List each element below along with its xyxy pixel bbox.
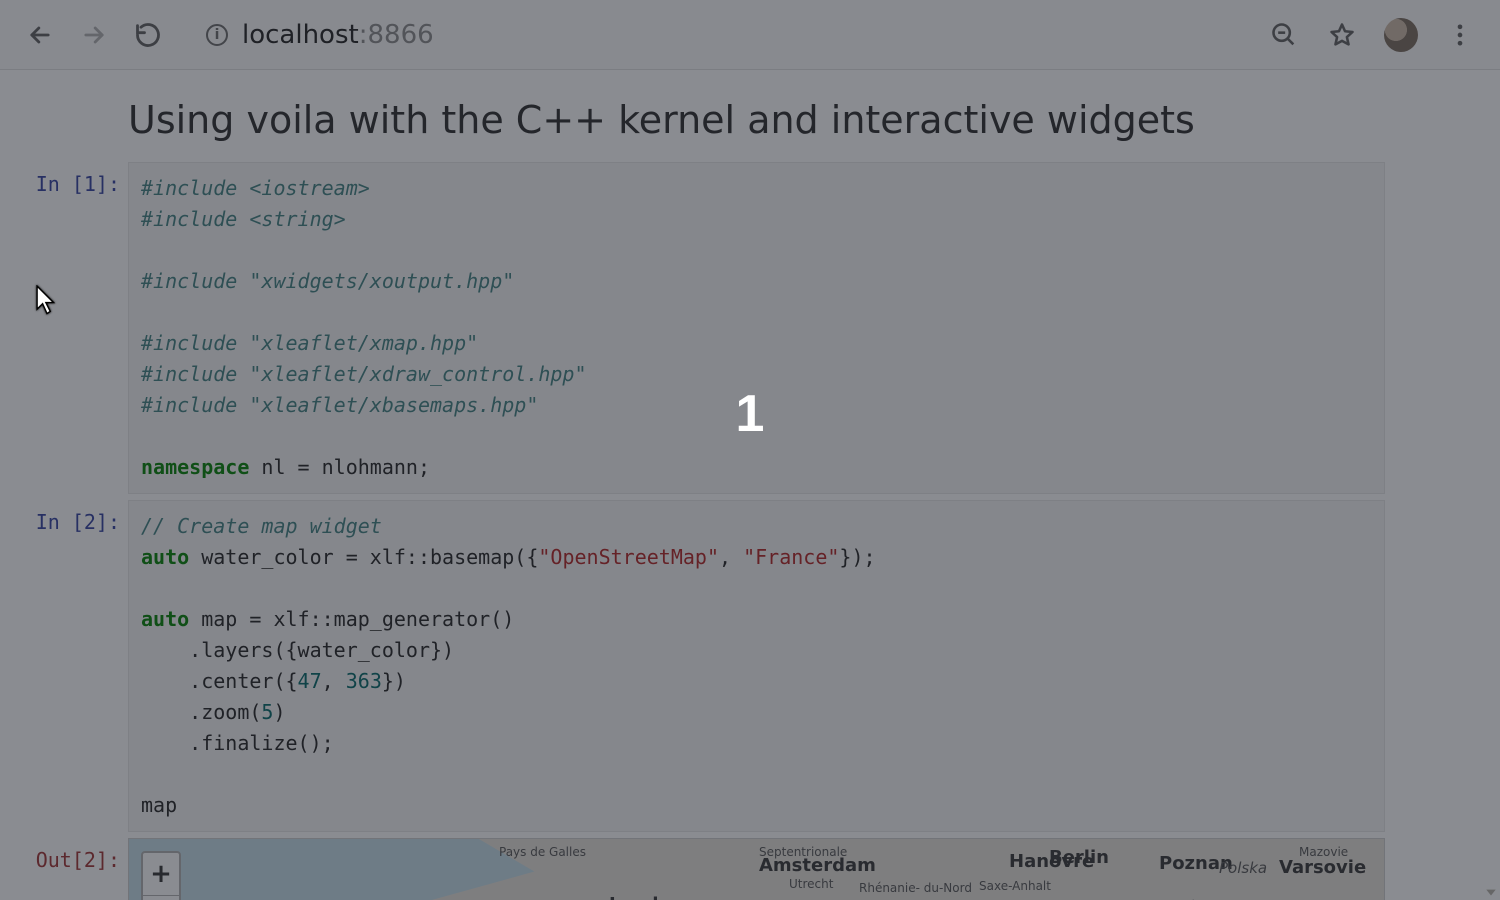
browser-toolbar: i localhost:8866	[0, 0, 1500, 70]
output-prompt-2: Out[2]:	[30, 838, 128, 900]
url-port: :8866	[359, 20, 434, 50]
code-cell-1: In [1]: #include <iostream> #include <st…	[30, 162, 1385, 494]
map-zoom-out-button[interactable]: −	[143, 895, 179, 900]
profile-avatar[interactable]	[1384, 18, 1418, 52]
map-label: Rhénanie- du-Nord	[859, 881, 972, 895]
map-label: Saxe-Anhalt	[979, 879, 1051, 893]
output-cell-2: Out[2]: Pays de Galles Londres Île de Wi…	[30, 838, 1385, 900]
zoom-icon[interactable]	[1268, 19, 1300, 51]
map-zoom-control: + −	[141, 851, 181, 900]
page-viewport[interactable]: Using voila with the C++ kernel and inte…	[0, 70, 1500, 900]
reload-button[interactable]	[132, 19, 164, 51]
forward-button[interactable]	[78, 19, 110, 51]
chrome-right-icons	[1268, 18, 1476, 52]
input-prompt-1: In [1]:	[30, 162, 128, 494]
scrollbar-down-icon[interactable]	[1484, 884, 1498, 898]
code-area-1[interactable]: #include <iostream> #include <string> #i…	[128, 162, 1385, 494]
overlay-counter: 1	[736, 384, 765, 444]
map-label: Pays de Galles	[499, 845, 586, 859]
back-button[interactable]	[24, 19, 56, 51]
star-icon[interactable]	[1326, 19, 1358, 51]
input-prompt-2: In [2]:	[30, 500, 128, 832]
code-area-2[interactable]: // Create map widget auto water_color = …	[128, 500, 1385, 832]
map-label: Londres	[609, 894, 690, 900]
notebook: Using voila with the C++ kernel and inte…	[30, 70, 1385, 900]
page-title: Using voila with the C++ kernel and inte…	[30, 70, 1385, 162]
kebab-menu-icon[interactable]	[1444, 19, 1476, 51]
leaflet-map[interactable]: Pays de Galles Londres Île de Wight Zuid…	[128, 838, 1385, 900]
site-info-icon[interactable]: i	[206, 24, 228, 46]
url-text: localhost:8866	[242, 20, 434, 50]
map-label: Polska	[1219, 859, 1267, 877]
code-cell-2: In [2]: // Create map widget auto water_…	[30, 500, 1385, 832]
address-bar[interactable]: i localhost:8866	[186, 20, 1246, 50]
map-zoom-in-button[interactable]: +	[143, 853, 179, 895]
map-label: Amsterdam	[759, 855, 876, 876]
map-label: Utrecht	[789, 877, 833, 891]
map-label: Berlin	[1049, 847, 1109, 868]
url-host: localhost	[242, 20, 359, 50]
map-label: Varsovie	[1279, 857, 1366, 878]
